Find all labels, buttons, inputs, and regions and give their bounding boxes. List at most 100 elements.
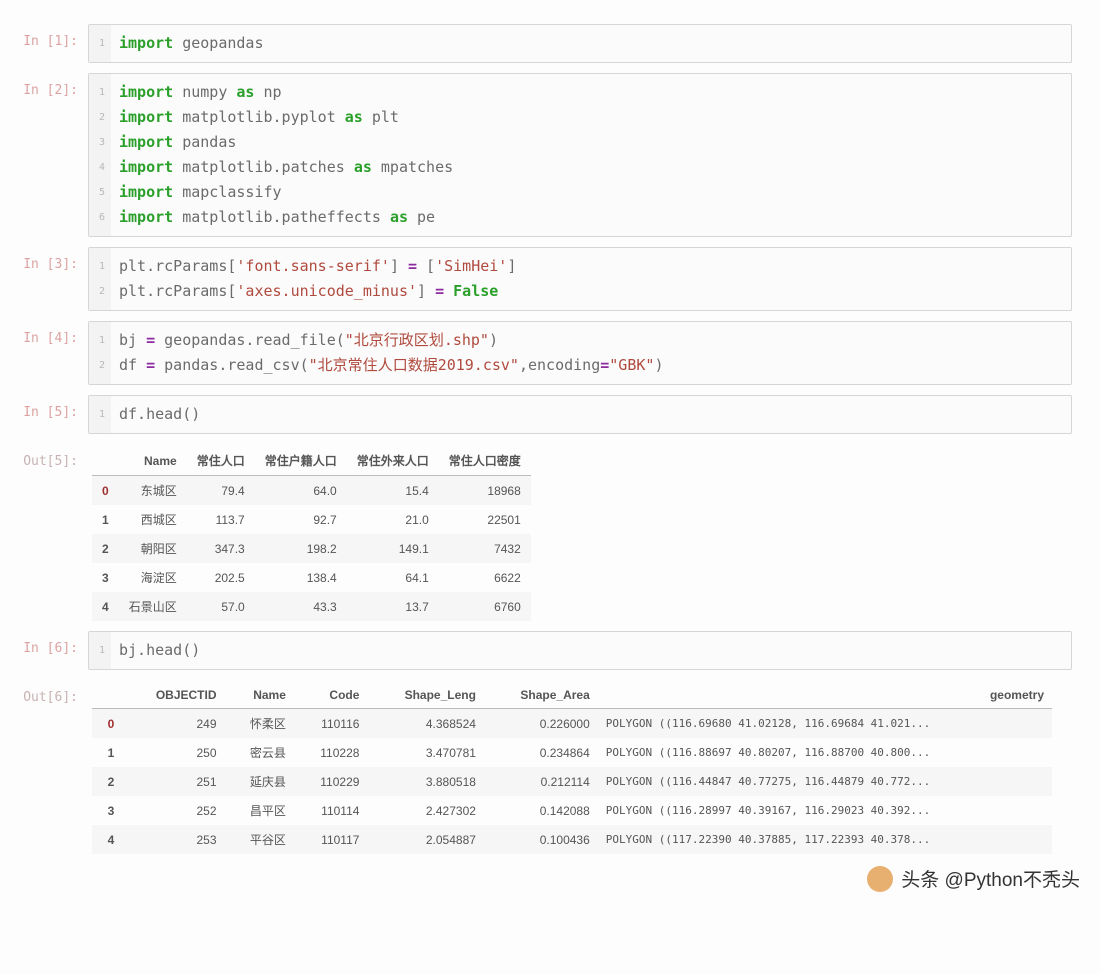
code-cell[interactable]: 123456import numpy as npimport matplotli… (88, 73, 1072, 237)
row-index: 1 (92, 738, 122, 767)
code-token: mapclassify (173, 183, 281, 201)
cell-value: 251 (122, 767, 224, 796)
code-token: ] (507, 257, 516, 275)
code-token: import (119, 133, 173, 151)
code-line: import geopandas (119, 31, 264, 56)
code-token: as (390, 208, 408, 226)
code-token: bj.head() (119, 641, 200, 659)
line-gutter: 12 (89, 322, 111, 384)
cell-value: 东城区 (119, 476, 187, 506)
code-token: import (119, 158, 173, 176)
code-token: import (119, 208, 173, 226)
code-token: ) (489, 331, 498, 349)
code-token: matplotlib.pyplot (173, 108, 345, 126)
watermark-text: 头条 @Python不秃头 (901, 865, 1080, 892)
row-index: 0 (92, 709, 122, 739)
row-index: 1 (92, 505, 119, 534)
cell-value: 249 (122, 709, 224, 739)
column-header: OBJECTID (122, 682, 224, 709)
line-gutter: 12 (89, 248, 111, 310)
cell-value: 253 (122, 825, 224, 854)
notebook-cell: Out[5]:Name常住人口常住户籍人口常住外来人口常住人口密度0东城区79.… (0, 444, 1100, 621)
code-token: as (354, 158, 372, 176)
code-text[interactable]: import geopandas (111, 25, 274, 62)
code-line: df = pandas.read_csv("北京常住人口数据2019.csv",… (119, 353, 663, 378)
code-cell[interactable]: 1import geopandas (88, 24, 1072, 63)
cell-value: 昌平区 (225, 796, 294, 825)
line-number: 1 (95, 80, 105, 105)
cell-value: 朝阳区 (119, 534, 187, 563)
table-row: 0东城区79.464.015.418968 (92, 476, 531, 506)
code-line: import matplotlib.pyplot as plt (119, 105, 453, 130)
column-header: Name (225, 682, 294, 709)
code-token (444, 282, 453, 300)
table-row: 2朝阳区347.3198.2149.17432 (92, 534, 531, 563)
cell-value: 347.3 (187, 534, 255, 563)
cell-value: 西城区 (119, 505, 187, 534)
code-line: plt.rcParams['axes.unicode_minus'] = Fal… (119, 279, 516, 304)
line-gutter: 1 (89, 396, 111, 433)
table-row: 2251延庆县1102293.8805180.212114POLYGON ((1… (92, 767, 1052, 796)
line-number: 1 (95, 402, 105, 427)
code-text[interactable]: bj = geopandas.read_file("北京行政区划.shp")df… (111, 322, 673, 384)
table-row: 4石景山区57.043.313.76760 (92, 592, 531, 621)
cell-value: 110116 (294, 709, 368, 739)
code-cell[interactable]: 1 df.head() (88, 395, 1072, 434)
column-header: Shape_Area (484, 682, 598, 709)
code-cell[interactable]: 12bj = geopandas.read_file("北京行政区划.shp")… (88, 321, 1072, 385)
code-token: 'SimHei' (435, 257, 507, 275)
code-token: ) (654, 356, 663, 374)
code-token: geopandas (173, 34, 263, 52)
index-header (92, 446, 119, 476)
code-token: ] (417, 282, 435, 300)
cell-value: 64.0 (255, 476, 347, 506)
output-area: Name常住人口常住户籍人口常住外来人口常住人口密度0东城区79.464.015… (88, 444, 1072, 621)
cell-value: 198.2 (255, 534, 347, 563)
cell-value: 2.427302 (367, 796, 484, 825)
cell-value: 0.234864 (484, 738, 598, 767)
code-text[interactable]: plt.rcParams['font.sans-serif'] = ['SimH… (111, 248, 526, 310)
code-token: ] (390, 257, 408, 275)
notebook-cell: In [2]:123456import numpy as npimport ma… (0, 73, 1100, 237)
code-line: plt.rcParams['font.sans-serif'] = ['SimH… (119, 254, 516, 279)
code-token: "北京行政区划.shp" (345, 331, 489, 349)
cell-value: 7432 (439, 534, 531, 563)
code-line: df.head() (119, 402, 200, 427)
code-token: as (236, 83, 254, 101)
output-prompt: Out[6]: (0, 680, 88, 705)
cell-value: 252 (122, 796, 224, 825)
cell-value: 149.1 (347, 534, 439, 563)
watermark: 头条 @Python不秃头 (867, 865, 1080, 892)
cell-value: 18968 (439, 476, 531, 506)
line-number: 6 (95, 205, 105, 230)
column-header: 常住户籍人口 (255, 446, 347, 476)
code-line: import matplotlib.patheffects as pe (119, 205, 453, 230)
cell-value: 密云县 (225, 738, 294, 767)
cell-value: 15.4 (347, 476, 439, 506)
table-row: 3252昌平区1101142.4273020.142088POLYGON ((1… (92, 796, 1052, 825)
output-prompt: Out[5]: (0, 444, 88, 469)
code-token: = (600, 356, 609, 374)
cell-value: POLYGON ((116.44847 40.77275, 116.44879 … (598, 767, 1052, 796)
code-cell[interactable]: 1 bj.head() (88, 631, 1072, 670)
row-index: 2 (92, 534, 119, 563)
line-number: 1 (95, 638, 105, 663)
row-index: 0 (92, 476, 119, 506)
code-token: "GBK" (609, 356, 654, 374)
code-text[interactable]: import numpy as npimport matplotlib.pypl… (111, 74, 463, 236)
line-number: 3 (95, 130, 105, 155)
input-prompt: In [6]: (0, 631, 88, 656)
cell-value: 110228 (294, 738, 368, 767)
code-text[interactable]: bj.head() (111, 632, 210, 669)
code-cell[interactable]: 12 plt.rcParams['font.sans-serif'] = ['Si… (88, 247, 1072, 311)
cell-value: 石景山区 (119, 592, 187, 621)
code-token: ,encoding (519, 356, 600, 374)
code-text[interactable]: df.head() (111, 396, 210, 433)
line-number: 1 (95, 254, 105, 279)
code-token: numpy (173, 83, 236, 101)
column-header: 常住外来人口 (347, 446, 439, 476)
notebook-cell: In [6]: 1 bj.head() (0, 631, 1100, 670)
cell-value: 怀柔区 (225, 709, 294, 739)
code-token: df.head() (119, 405, 200, 423)
line-number: 2 (95, 279, 105, 304)
